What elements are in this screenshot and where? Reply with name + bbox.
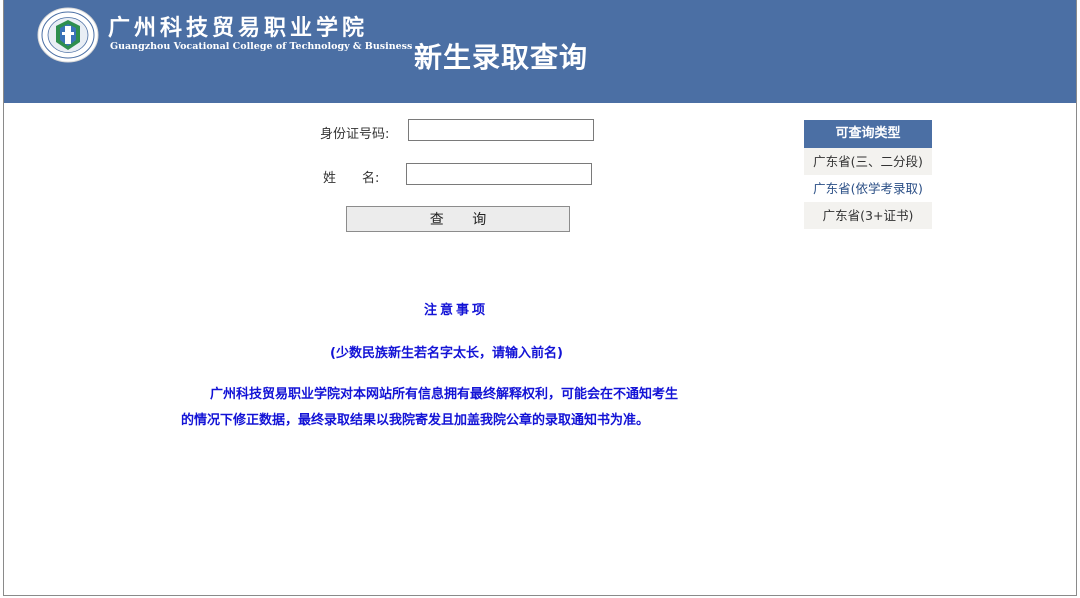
query-type-panel: 可查询类型 广东省(三、二分段) 广东省(依学考录取) 广东省(3+证书): [804, 120, 932, 229]
id-number-input[interactable]: [408, 119, 594, 141]
query-type-item-three-two[interactable]: 广东省(三、二分段): [804, 148, 932, 175]
notes-title: 注意事项: [424, 303, 489, 318]
page-frame: 广州科技贸易职业学院 Guangzhou Vocational College …: [3, 0, 1077, 596]
school-name-en: Guangzhou Vocational College of Technolo…: [110, 41, 413, 52]
page-title: 新生录取查询: [414, 41, 589, 74]
query-type-item-academic-test[interactable]: 广东省(依学考录取): [804, 175, 932, 202]
query-button[interactable]: 查 询: [346, 206, 570, 232]
notes-paragraph-line-2: 的情况下修正数据，最终录取结果以我院寄发且加盖我院公章的录取通知书为准。: [181, 413, 650, 428]
notes-subtitle: (少数民族新生若名字太长，请输入前名): [330, 346, 563, 361]
name-input[interactable]: [406, 163, 592, 185]
query-type-item-3-plus-cert[interactable]: 广东省(3+证书): [804, 202, 932, 229]
name-label: 姓 名:: [323, 171, 380, 186]
school-name-cn: 广州科技贸易职业学院: [108, 15, 369, 41]
notes-paragraph-line-1: 广州科技贸易职业学院对本网站所有信息拥有最终解释权利，可能会在不通知考生: [210, 387, 679, 402]
college-emblem-icon: [37, 7, 99, 63]
header-banner: 广州科技贸易职业学院 Guangzhou Vocational College …: [4, 0, 1076, 103]
query-type-title: 可查询类型: [804, 120, 932, 148]
id-number-label: 身份证号码:: [320, 127, 390, 142]
